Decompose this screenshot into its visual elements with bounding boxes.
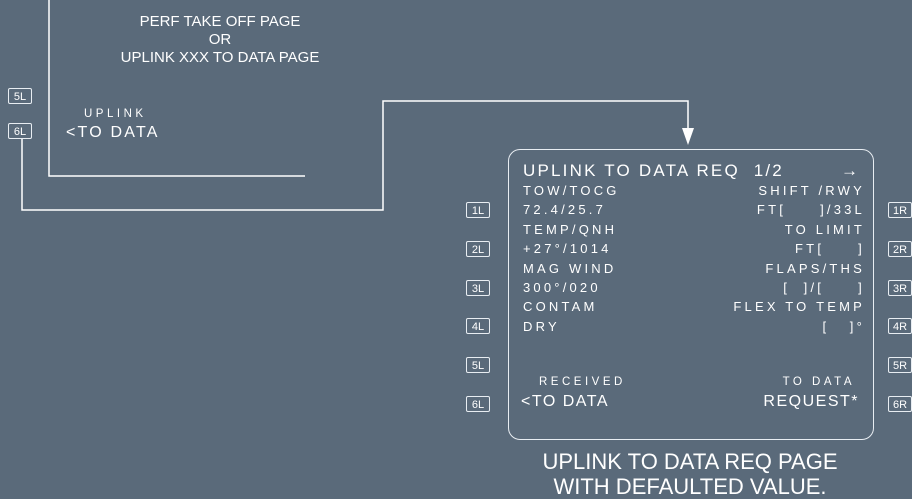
- temp-qnh-label: TEMP/QNH: [523, 222, 618, 237]
- flex-temp-value[interactable]: [ ]°: [823, 319, 865, 334]
- tow-tocg-label: TOW/TOCG: [523, 183, 620, 198]
- request-prompt[interactable]: REQUEST*: [763, 393, 859, 411]
- shift-rwy-value[interactable]: FT[ ]/33L: [757, 202, 865, 217]
- caption-line-1: PERF TAKE OFF PAGE: [139, 13, 301, 30]
- lsk-4r-button[interactable]: 4R: [888, 318, 912, 334]
- lsk-5r-button[interactable]: 5R: [888, 357, 912, 373]
- flaps-ths-label: FLAPS/THS: [765, 261, 865, 276]
- contam-label: CONTAM: [523, 299, 598, 314]
- uplink-label: UPLINK: [84, 108, 147, 120]
- bottom-caption: UPLINK TO DATA REQ PAGE WITH DEFAULTED V…: [480, 449, 900, 499]
- caption-line-2: OR: [208, 31, 232, 48]
- shift-rwy-label: SHIFT /RWY: [758, 183, 865, 198]
- to-data-prompt[interactable]: <TO DATA: [66, 124, 160, 142]
- lsk-6l-button-mcdu[interactable]: 6L: [466, 396, 490, 412]
- page-title: UPLINK TO DATA REQ 1/2: [523, 161, 784, 180]
- mag-wind-label: MAG WIND: [523, 261, 617, 276]
- bottom-caption-line-1: UPLINK TO DATA REQ PAGE: [542, 449, 838, 474]
- lsk-1l-button[interactable]: 1L: [466, 202, 490, 218]
- lsk-2r-button[interactable]: 2R: [888, 241, 912, 257]
- lsk-5l-button-mcdu[interactable]: 5L: [466, 357, 490, 373]
- received-label: RECEIVED: [539, 376, 626, 388]
- lsk-6l-button[interactable]: 6L: [8, 123, 32, 139]
- to-limit-value[interactable]: FT[ ]: [795, 241, 865, 256]
- to-data-label: TO DATA: [782, 376, 855, 388]
- lsk-1r-button[interactable]: 1R: [888, 202, 912, 218]
- to-limit-label: TO LIMIT: [784, 222, 865, 237]
- caption-line-3: UPLINK XXX TO DATA PAGE: [120, 49, 320, 66]
- lsk-5l-button[interactable]: 5L: [8, 88, 32, 104]
- lsk-2l-button[interactable]: 2L: [466, 241, 490, 257]
- lsk-3r-button[interactable]: 3R: [888, 280, 912, 296]
- tow-tocg-value: 72.4/25.7: [523, 202, 607, 217]
- temp-qnh-value: +27°/1014: [523, 241, 612, 256]
- lsk-3l-button[interactable]: 3L: [466, 280, 490, 296]
- lsk-4l-button[interactable]: 4L: [466, 318, 490, 334]
- arrow-head-icon: [682, 128, 694, 145]
- next-page-arrow-icon: →: [841, 161, 861, 180]
- flaps-ths-value[interactable]: [ ]/[ ]: [783, 280, 865, 295]
- top-caption: PERF TAKE OFF PAGE OR UPLINK XXX TO DATA…: [70, 13, 370, 67]
- received-to-data-prompt[interactable]: <TO DATA: [521, 393, 609, 411]
- lsk-6r-button[interactable]: 6R: [888, 396, 912, 412]
- flex-temp-label: FLEX TO TEMP: [733, 299, 865, 314]
- contam-value: DRY: [523, 319, 560, 334]
- mcdu-screen: UPLINK TO DATA REQ 1/2 → TOW/TOCG SHIFT …: [508, 149, 874, 440]
- bottom-caption-line-2: WITH DEFAULTED VALUE.: [553, 474, 827, 499]
- mag-wind-value: 300°/020: [523, 280, 601, 295]
